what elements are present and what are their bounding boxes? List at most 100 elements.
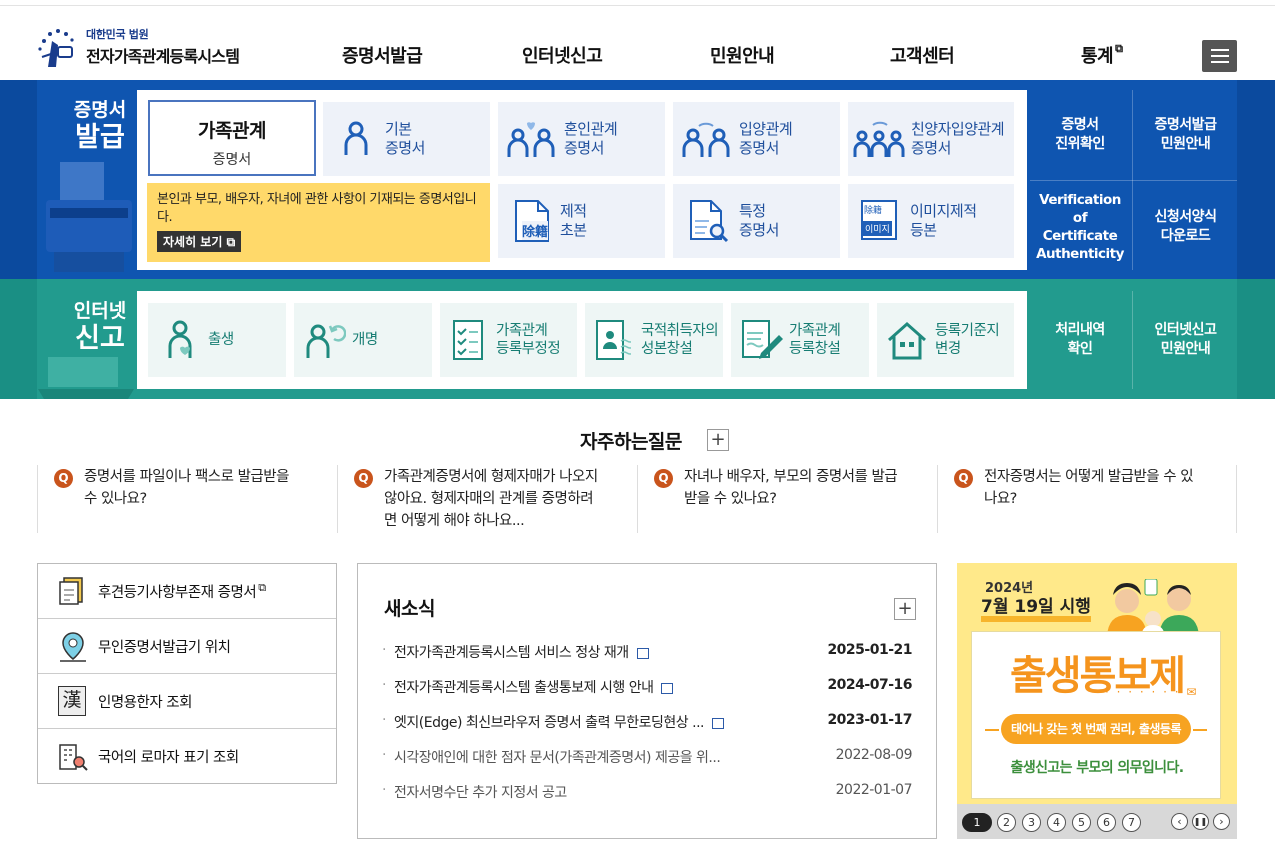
- site-logo[interactable]: 대한민국 법원 전자가족관계등록시스템: [36, 26, 240, 67]
- banner-page-5[interactable]: 5: [1072, 813, 1091, 832]
- news-item-title-wrap: 엣지(Edge) 최신브라우저 증명서 출력 무한로딩현상 ...: [394, 712, 724, 732]
- banner-page-4[interactable]: 4: [1047, 813, 1066, 832]
- nav-customer-center[interactable]: 고객센터: [890, 42, 955, 68]
- tile-family-relation-certificate[interactable]: 가족관계 증명서: [148, 100, 316, 176]
- tile-removed-register-abstract[interactable]: 除籍 제적 초본: [498, 184, 665, 258]
- banner-page-7[interactable]: 7: [1122, 813, 1141, 832]
- faq-item[interactable]: Q 자녀나 배우자, 부모의 증명서를 발급 받을 수 있나요?: [637, 465, 937, 533]
- processing-history-link[interactable]: 처리내역 확인: [1030, 291, 1130, 389]
- faq-line2: 받을 수 있나요?: [684, 490, 777, 507]
- quick-link-guardianship-certificate[interactable]: 후견등기사항부존재 증명서 ⧉: [38, 564, 336, 619]
- quick-link-text: 국어의 로마자 표기 조회: [98, 750, 239, 766]
- document-search-icon: [690, 200, 729, 243]
- certificate-issue-heading: 증명서 발급: [68, 100, 132, 153]
- image-icon-top-text: 除籍: [864, 206, 883, 216]
- new-post-icon: [711, 717, 724, 729]
- tile-adoption-certificate[interactable]: 입양관계 증명서: [673, 102, 840, 176]
- heading-line1: 증명서: [73, 99, 127, 121]
- plus-icon: +: [710, 429, 726, 450]
- form-download-link[interactable]: 신청서양식다운로드: [1134, 182, 1237, 272]
- house-icon: [888, 321, 926, 360]
- tile-register-correction[interactable]: 가족관계 등록부정정: [440, 303, 577, 377]
- news-item[interactable]: · 전자가족관계등록시스템 서비스 정상 재개 2025-01-21: [382, 642, 912, 662]
- verification-of-certificate-link[interactable]: Verification of Certificate Authenticity: [1030, 182, 1130, 272]
- nav-certificate-issue[interactable]: 증명서발급: [342, 42, 423, 68]
- verify-certificate-link[interactable]: 증명서 진위확인: [1030, 90, 1130, 180]
- tile-image-removed-register-copy[interactable]: 除籍 이미지 이미지제적 등본: [848, 184, 1014, 258]
- faq-line2: 나요?: [984, 490, 1017, 507]
- external-link-icon: ⧉: [258, 580, 266, 594]
- id-document-icon: [596, 320, 631, 360]
- banner-page-1[interactable]: 1: [962, 813, 992, 832]
- news-item-date: 2022-01-07: [835, 782, 913, 798]
- couple-heart-icon: [507, 122, 555, 157]
- news-item[interactable]: · 엣지(Edge) 최신브라우저 증명서 출력 무한로딩현상 ... 2023…: [382, 712, 912, 732]
- news-item[interactable]: · 시각장애인에 대한 점자 문서(가족관계증명서) 제공을 위... 2022…: [382, 747, 913, 767]
- tile-naturalized-surname-creation[interactable]: 국적취득자의 성본창설: [585, 303, 723, 377]
- tile-label-line2: 등본: [910, 221, 937, 239]
- banner-pause-button[interactable]: ❚❚: [1192, 813, 1209, 830]
- banner-next-button[interactable]: ›: [1213, 813, 1230, 830]
- faq-item[interactable]: Q 전자증명서는 어떻게 발급받을 수 있나요?: [937, 465, 1237, 533]
- faq-line1: 전자증명서는 어떻게 발급받을 수 있: [984, 469, 1194, 485]
- view-details-button[interactable]: 자세히 보기 ⧉: [157, 231, 242, 253]
- faq-more-button[interactable]: +: [707, 429, 729, 451]
- banner-page-6[interactable]: 6: [1097, 813, 1116, 832]
- view-details-label: 자세히 보기: [163, 235, 223, 250]
- birth-notification-banner[interactable]: 2024년 7월 19일 시행 출생통보제 · · · · · · · ✉ 태어…: [957, 563, 1237, 839]
- news-item-title: 전자서명수단 추가 지정서 공고: [394, 785, 567, 801]
- news-more-button[interactable]: +: [894, 598, 916, 620]
- quick-link-name-hanja-search[interactable]: 漢 인명용한자 조회: [38, 674, 336, 729]
- quick-link-romanization-search[interactable]: 국어의 로마자 표기 조회: [38, 729, 336, 784]
- banner-page-3[interactable]: 3: [1022, 813, 1041, 832]
- bullet-icon: ·: [382, 747, 386, 763]
- faq-line1: 자녀나 배우자, 부모의 증명서를 발급: [684, 469, 898, 485]
- faq-item[interactable]: Q 증명서를 파일이나 팩스로 발급받을 수 있나요?: [37, 465, 337, 533]
- news-item-date: 2025-01-21: [827, 642, 912, 658]
- news-item[interactable]: · 전자가족관계등록시스템 출생통보제 시행 안내 2024-07-16: [382, 677, 912, 697]
- printer-illustration-icon: [40, 160, 136, 279]
- nav-statistics[interactable]: 통계 ⧉: [1081, 42, 1123, 68]
- faq-line2: 않아요. 형제자매의 관계를 증명하려: [384, 490, 594, 507]
- tile-label-line2: 증명서: [911, 139, 951, 157]
- nav-civil-guide[interactable]: 민원안내: [710, 42, 775, 68]
- tile-label-line1: 가족관계: [789, 322, 841, 339]
- question-icon: Q: [954, 469, 973, 488]
- news-item-date: 2023-01-17: [827, 712, 912, 728]
- faq-item[interactable]: Q 가족관계증명서에 형제자매가 나오지 않아요. 형제자매의 관계를 증명하려 면…: [337, 465, 637, 533]
- tile-label-line2: 증명서: [739, 139, 779, 157]
- internet-report-heading: 인터넷 신고: [68, 301, 132, 354]
- certificate-description: 본인과 부모, 배우자, 자녀에 관한 사항이 기재되는 증명서입니다.: [157, 192, 477, 226]
- court-emblem-icon: [36, 27, 80, 67]
- nav-internet-report[interactable]: 인터넷신고: [522, 42, 603, 68]
- news-item-title: 시각장애인에 대한 점자 문서(가족관계증명서) 제공을 위...: [394, 750, 721, 766]
- tile-registration-base-change[interactable]: 등록기준지 변경: [877, 303, 1014, 377]
- quick-link-kiosk-location[interactable]: 무인증명서발급기 위치: [38, 619, 336, 674]
- link-line2: 다운로드: [1160, 228, 1211, 244]
- tile-label-line1: 가족관계: [198, 120, 266, 142]
- location-pin-icon: [60, 632, 86, 662]
- tile-birth-report[interactable]: 출생: [148, 303, 286, 377]
- link-line1: 신청서양식: [1154, 209, 1217, 226]
- tile-register-creation[interactable]: 가족관계 등록창설: [731, 303, 869, 377]
- tile-label-line1: 개명: [352, 331, 378, 348]
- banner-pill-line-right: [1193, 729, 1207, 731]
- person-icon: [344, 121, 368, 155]
- banner-bottom-text: 출생신고는 부모의 의무입니다.: [1010, 760, 1185, 776]
- banner-prev-button[interactable]: ‹: [1171, 813, 1188, 830]
- tile-specific-certificate[interactable]: 특정 증명서: [673, 184, 840, 258]
- tile-basic-certificate[interactable]: 기본 증명서: [323, 102, 490, 176]
- banner-page-2[interactable]: 2: [997, 813, 1016, 832]
- tile-name-change-report[interactable]: 개명: [294, 303, 432, 377]
- news-item[interactable]: · 전자서명수단 추가 지정서 공고 2022-01-07: [382, 782, 913, 802]
- tile-full-adoption-certificate[interactable]: 친양자입양관계 증명서: [848, 102, 1014, 176]
- issue-civil-guide-link[interactable]: 증명서발급 민원안내: [1134, 90, 1237, 180]
- tile-label-line1: 특정: [739, 202, 766, 221]
- tile-marriage-certificate[interactable]: 혼인관계 증명서: [498, 102, 665, 176]
- link-line2: 확인: [1067, 341, 1093, 357]
- faq-title: 자주하는질문: [580, 431, 682, 453]
- report-civil-guide-link[interactable]: 인터넷신고 민원안내: [1134, 291, 1237, 389]
- hamburger-menu-button[interactable]: [1202, 40, 1237, 72]
- news-item-title: 전자가족관계등록시스템 서비스 정상 재개: [394, 645, 629, 661]
- banner-pill-line-left: [985, 729, 999, 731]
